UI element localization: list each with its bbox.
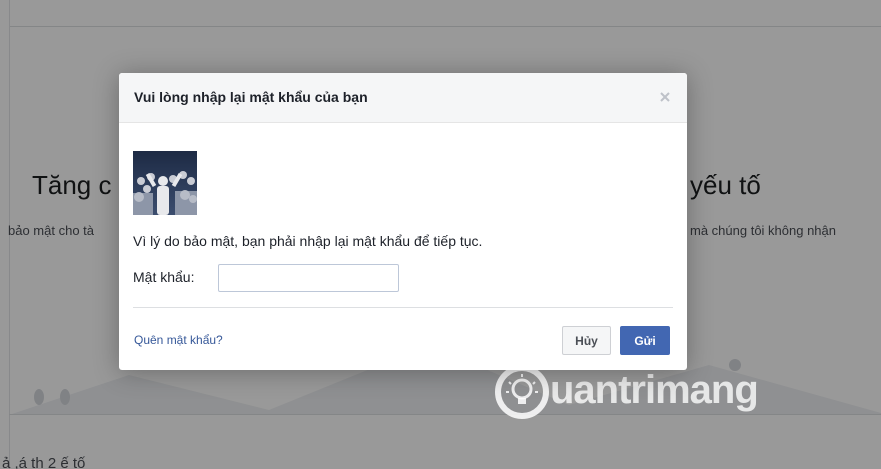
password-input[interactable] bbox=[218, 264, 399, 292]
forgot-password-link[interactable]: Quên mật khẩu? bbox=[134, 333, 223, 347]
close-icon[interactable] bbox=[655, 87, 675, 107]
dialog-body: Vì lý do bảo mật, bạn phải nhập lại mật … bbox=[119, 124, 687, 370]
password-label: Mật khẩu: bbox=[133, 269, 195, 285]
lightbulb-logo-icon bbox=[495, 365, 549, 419]
cancel-button[interactable]: Hủy bbox=[562, 326, 611, 355]
dialog-title: Vui lòng nhập lại mật khẩu của bạn bbox=[134, 89, 368, 105]
security-message: Vì lý do bảo mật, bạn phải nhập lại mật … bbox=[133, 233, 483, 249]
dialog-footer-divider bbox=[133, 307, 673, 308]
dialog-header: Vui lòng nhập lại mật khẩu của bạn bbox=[119, 73, 687, 123]
reenter-password-dialog: Vui lòng nhập lại mật khẩu của bạn Vì lý… bbox=[119, 73, 687, 370]
send-button[interactable]: Gửi bbox=[620, 326, 670, 355]
watermark-text: uantrimang bbox=[550, 368, 759, 412]
profile-photo bbox=[133, 151, 197, 215]
